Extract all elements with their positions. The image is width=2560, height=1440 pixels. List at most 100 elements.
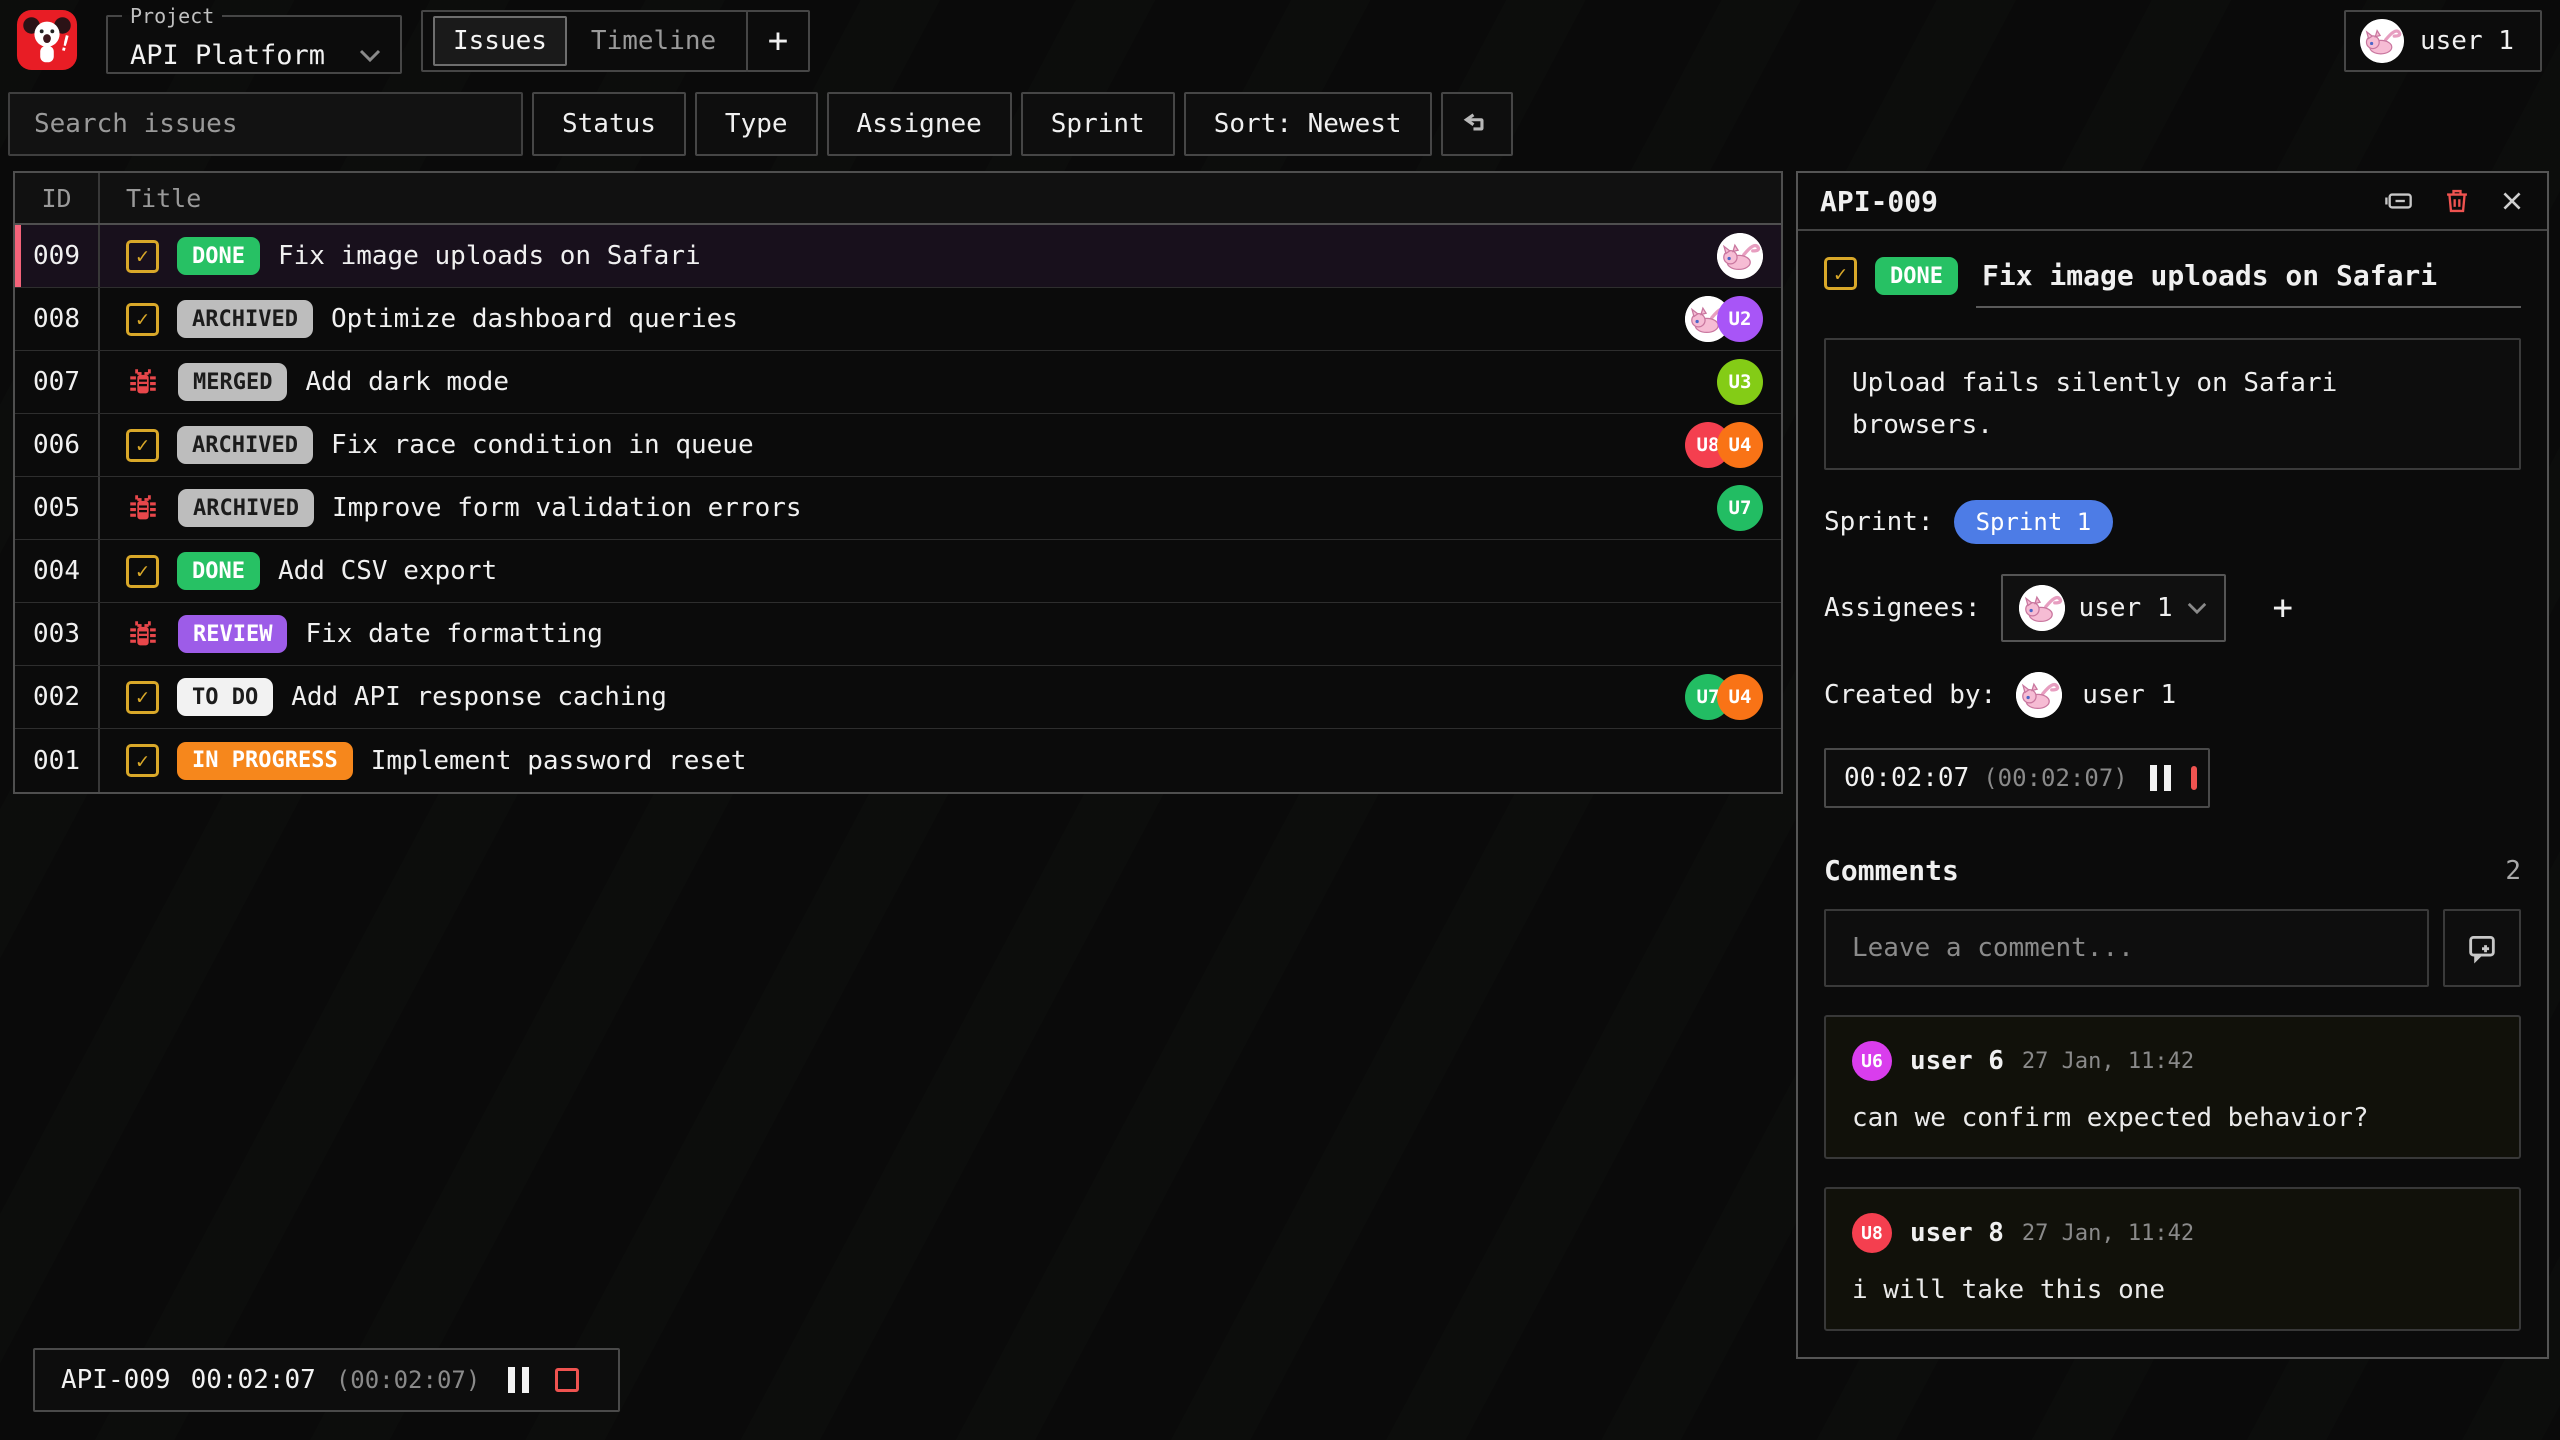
status-badge: DONE [177,237,260,275]
issue-id: 003 [15,603,100,665]
task-checkbox-icon: ✓ [126,240,159,273]
issue-id: 004 [15,540,100,602]
status-badge: ARCHIVED [178,489,314,527]
comment-input[interactable] [1824,909,2429,987]
copy-link-icon[interactable] [2383,187,2415,215]
undo-button[interactable] [1441,92,1513,156]
project-selector[interactable]: Project API Platform [106,4,402,74]
status-badge: REVIEW [178,615,287,653]
mew-avatar-sprite [1717,233,1763,279]
task-checkbox-icon: ✓ [126,681,159,714]
comment-author: user 8 [1910,1218,2004,1248]
table-row[interactable]: 005 ARCHIVED Improve form validation err… [15,477,1781,540]
issue-title: Add CSV export [278,556,497,586]
comment-author-avatar: U6 [1852,1041,1892,1081]
tab-timeline[interactable]: Timeline [571,16,736,66]
creator-name: user 1 [2082,680,2176,710]
comment-author: user 6 [1910,1046,2004,1076]
user-avatar-badge: U4 [1717,674,1763,720]
description-text: Upload fails silently on Safari browsers… [1852,362,2392,446]
task-checkbox-icon: ✓ [126,303,159,336]
user-avatar-badge: U7 [1717,485,1763,531]
table-row[interactable]: 008 ✓ ARCHIVED Optimize dashboard querie… [15,288,1781,351]
column-header-id: ID [15,173,100,223]
table-row[interactable]: 003 REVIEW Fix date formatting [15,603,1781,666]
project-name: API Platform [130,40,325,71]
current-user-chip[interactable]: user 1 [2344,10,2542,72]
timer-total: (00:02:07) [336,1366,481,1394]
filter-assignee[interactable]: Assignee [827,92,1012,156]
table-header: ID Title [15,173,1781,225]
assignee-avatars: U8U4 [1685,422,1763,468]
issue-title: Optimize dashboard queries [331,304,738,334]
issue-id: 002 [15,666,100,728]
stop-timer-icon[interactable] [2191,766,2197,790]
search-input[interactable] [8,92,523,156]
filter-status[interactable]: Status [532,92,686,156]
timer-task-id: API-009 [61,1365,171,1395]
comment-timestamp: 27 Jan, 11:42 [2022,1221,2194,1246]
filter-sort-newest[interactable]: Sort: Newest [1184,92,1432,156]
status-badge: TO DO [177,678,273,716]
status-badge: ARCHIVED [177,300,313,338]
project-label: Project [122,4,222,28]
issue-title: Implement password reset [371,746,747,776]
submit-comment-button[interactable] [2443,909,2521,987]
creator-avatar [2016,672,2062,718]
status-badge: DONE [177,552,260,590]
status-badge: MERGED [178,363,287,401]
user-avatar-image [1717,233,1763,279]
status-badge: ARCHIVED [177,426,313,464]
pause-timer-icon[interactable] [2150,765,2171,791]
timer-elapsed: 00:02:07 [1844,763,1969,793]
new-issue-button[interactable]: + [746,10,810,72]
sprint-pill[interactable]: Sprint 1 [1954,500,2114,544]
comment-text: i will take this one [1852,1275,2493,1305]
column-header-title: Title [100,173,1781,223]
issue-timer: 00:02:07 (00:02:07) [1824,748,2210,808]
current-user-name: user 1 [2420,26,2514,56]
detail-status-badge: DONE [1875,257,1958,295]
comments-count: 2 [2505,856,2521,886]
issue-table: ID Title 009 ✓ DONE Fix image uploads on… [13,171,1783,794]
comments-list: U6 user 6 27 Jan, 11:42 can we confirm e… [1824,1015,2521,1331]
table-row[interactable]: 004 ✓ DONE Add CSV export [15,540,1781,603]
task-checkbox-icon: ✓ [126,429,159,462]
table-row[interactable]: 001 ✓ IN PROGRESS Implement password res… [15,729,1781,792]
filter-type[interactable]: Type [695,92,818,156]
issue-title: Add API response caching [291,682,667,712]
table-row[interactable]: 007 MERGED Add dark mode U3 [15,351,1781,414]
user-avatar-badge: U3 [1717,359,1763,405]
delete-issue-icon[interactable] [2443,186,2471,216]
table-row[interactable]: 002 ✓ TO DO Add API response caching U7U… [15,666,1781,729]
issue-title: Add dark mode [305,367,509,397]
task-checkbox-icon: ✓ [126,744,159,777]
chevron-down-icon [358,48,382,63]
pause-timer-icon[interactable] [508,1367,529,1393]
tab-issues[interactable]: Issues [433,16,567,66]
timer-total: (00:02:07) [1983,764,2128,792]
status-badge: IN PROGRESS [177,742,353,780]
description-box[interactable]: Upload fails silently on Safari browsers… [1824,338,2521,470]
issue-detail-panel: API-009 ✓ DONE [1796,171,2549,1359]
user-avatar-badge: U4 [1717,422,1763,468]
assignee-select[interactable]: user 1 [2001,574,2227,642]
chevron-down-icon [2186,601,2208,615]
assignee-avatars: U7U4 [1685,674,1763,720]
global-timer-bar: API-009 00:02:07 (00:02:07) [33,1348,620,1412]
issue-title: Fix image uploads on Safari [278,241,701,271]
table-row[interactable]: 006 ✓ ARCHIVED Fix race condition in que… [15,414,1781,477]
sprint-label: Sprint: [1824,507,1934,537]
user-avatar-badge: U2 [1717,296,1763,342]
table-row[interactable]: 009 ✓ DONE Fix image uploads on Safari [15,225,1781,288]
assignee-avatars: U3 [1717,359,1763,405]
add-assignee-button[interactable]: + [2272,588,2292,628]
filter-sprint[interactable]: Sprint [1021,92,1175,156]
comment-author-avatar: U8 [1852,1213,1892,1253]
current-user-avatar [2360,19,2404,63]
mew-avatar-sprite [2019,585,2065,631]
assignee-avatars [1717,233,1763,279]
issue-title: Fix date formatting [305,619,602,649]
close-icon[interactable] [2499,188,2525,214]
stop-timer-icon[interactable] [555,1368,579,1392]
